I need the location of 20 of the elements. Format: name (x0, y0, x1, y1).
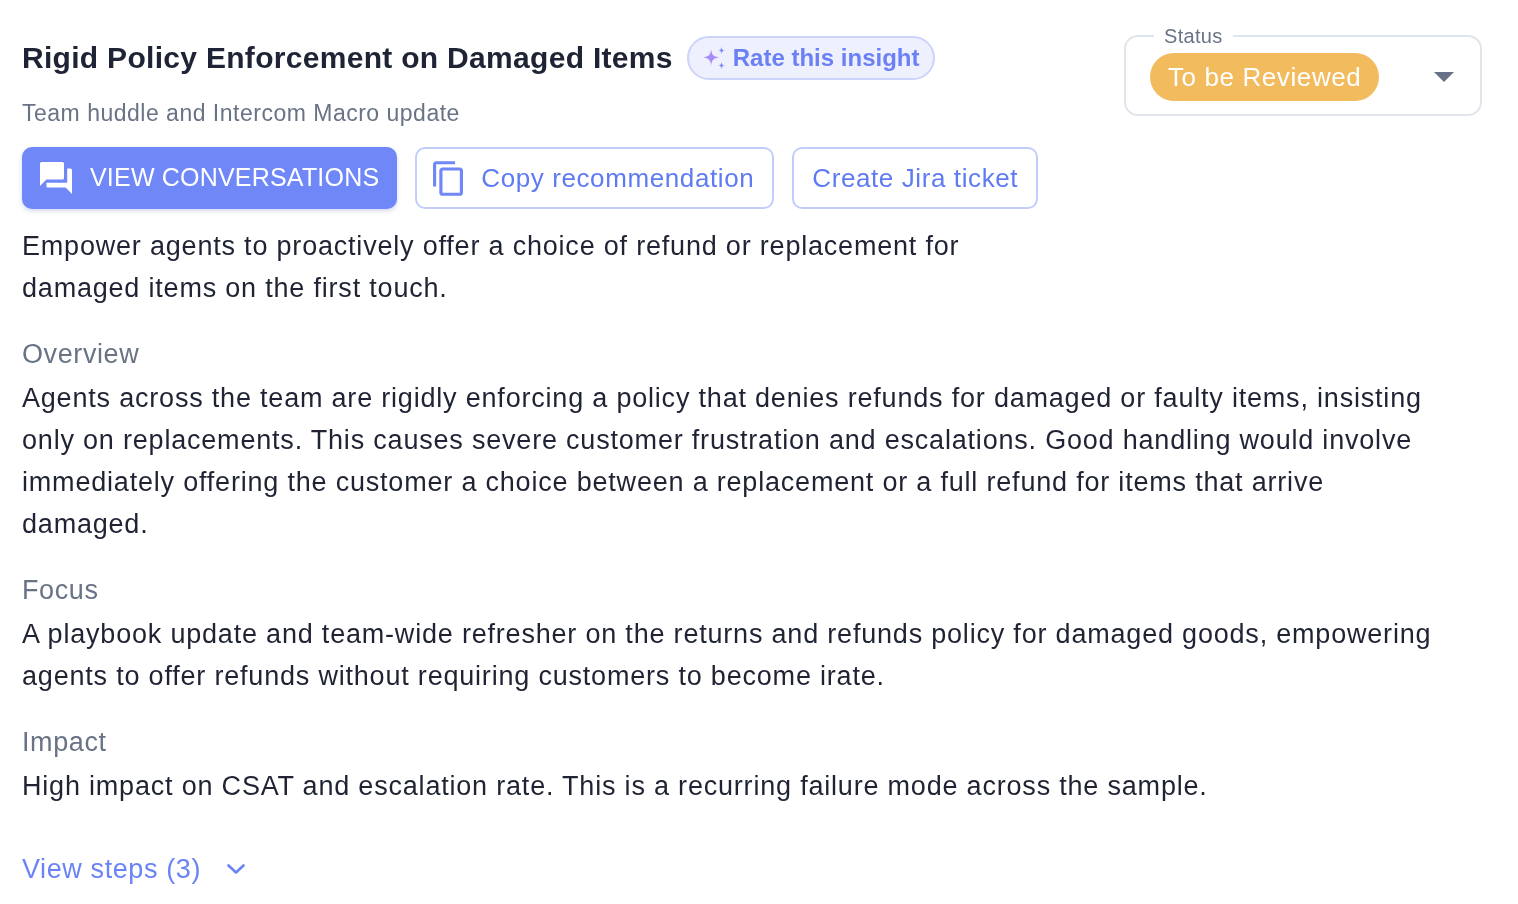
status-label: Status (1163, 24, 1224, 48)
create-jira-ticket-button[interactable]: Create Jira ticket (792, 147, 1039, 209)
copy-icon (433, 160, 464, 196)
view-steps-toggle[interactable]: View steps (3) (22, 848, 245, 890)
sparkle-icon (702, 47, 725, 69)
rate-insight-button[interactable]: Rate this insight (686, 36, 936, 80)
insight-title: Rigid Policy Enforcement on Damaged Items (22, 40, 673, 76)
section-heading: Overview (22, 338, 140, 371)
insight-subtitle: Team huddle and Intercom Macro update (22, 99, 460, 128)
copy-recommendation-button[interactable]: Copy recommendation (415, 147, 775, 209)
recommendation-text: Empower agents to proactively offer a choice of refund or replacement for damaged items on the first touch. (22, 230, 961, 305)
view-conversations-button[interactable]: VIEW CONVERSATIONS (22, 147, 398, 209)
section-heading: Focus (22, 574, 99, 607)
chat-bubbles-icon (40, 162, 72, 194)
section-text: A playbook update and team-wide refresher on the returns and refunds policy for damaged goods, empowering agents to offer refunds without requiring customers to become irate. (22, 618, 1433, 693)
section-text: High impact on CSAT and escalation rate. This is a recurring failure mode across the sample. (22, 770, 1209, 803)
status-value: To be Reviewed (1150, 53, 1380, 101)
section-heading: Impact (22, 726, 107, 759)
caret-icon (1434, 72, 1454, 82)
section-text: Agents across the team are rigidly enforcing a policy that denies refunds for damaged or faulty items, insisting only on replacements. This causes severe customer frustration and escalations. Good handling would involve immediately offering the customer a choice between a replacement or a full refund for items that arrive damaged. (22, 382, 1423, 541)
